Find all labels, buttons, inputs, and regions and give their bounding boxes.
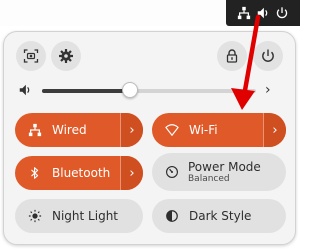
power-mode-subtitle: Balanced: [188, 173, 230, 184]
dark-style-icon: [166, 210, 178, 222]
night-light-tile[interactable]: Night Light: [15, 199, 143, 233]
night-light-toggle[interactable]: Night Light: [15, 199, 143, 233]
quick-settings-panel: › Wired › Wi-Fi › Bluetooth › Power Mode…: [3, 31, 296, 245]
wifi-menu-chevron-icon[interactable]: ›: [264, 113, 286, 147]
bluetooth-menu-chevron-icon[interactable]: ›: [121, 156, 143, 190]
bluetooth-tile[interactable]: Bluetooth ›: [15, 156, 143, 190]
lock-icon: [226, 49, 238, 63]
volume-icon: [257, 7, 268, 19]
volume-slider-fill: [42, 89, 130, 93]
wifi-label: Wi-Fi: [189, 123, 218, 137]
power-icon: [262, 49, 274, 62]
wifi-tile[interactable]: Wi-Fi ›: [152, 113, 286, 147]
volume-slider-knob[interactable]: [121, 82, 138, 98]
power-mode-gauge-icon: [166, 166, 178, 178]
system-tray[interactable]: [226, 0, 300, 26]
bluetooth-icon: [31, 167, 39, 179]
network-wired-icon: [28, 123, 42, 137]
dark-style-label: Dark Style: [189, 209, 252, 223]
bluetooth-toggle[interactable]: Bluetooth: [15, 156, 120, 190]
power-mode-text: Power Mode Balanced: [188, 160, 261, 185]
dark-style-toggle[interactable]: Dark Style: [152, 199, 286, 233]
power-mode-tile[interactable]: Power Mode Balanced: [152, 153, 286, 191]
volume-icon: [19, 84, 30, 96]
settings-button[interactable]: [51, 41, 81, 71]
screenshot-icon: [23, 49, 39, 63]
bluetooth-label: Bluetooth: [52, 166, 111, 180]
wired-label: Wired: [52, 123, 87, 137]
dark-style-tile[interactable]: Dark Style: [152, 199, 286, 233]
wifi-toggle[interactable]: Wi-Fi: [152, 113, 263, 147]
screenshot-button[interactable]: [16, 41, 46, 71]
lock-button[interactable]: [217, 41, 247, 71]
night-light-sun-icon: [28, 209, 42, 223]
wifi-icon: [165, 124, 179, 136]
night-light-label: Night Light: [52, 209, 118, 223]
volume-slider[interactable]: [42, 89, 256, 93]
top-bar: [0, 0, 300, 26]
wired-menu-chevron-icon[interactable]: ›: [121, 113, 143, 147]
volume-menu-chevron-icon[interactable]: ›: [265, 82, 271, 98]
network-wired-icon: [237, 6, 251, 20]
power-icon: [276, 7, 288, 19]
settings-gear-icon: [59, 49, 73, 63]
power-off-button[interactable]: [253, 41, 283, 71]
power-mode-label: Power Mode: [188, 159, 261, 174]
wired-toggle[interactable]: Wired: [15, 113, 120, 147]
wired-tile[interactable]: Wired ›: [15, 113, 143, 147]
power-mode-toggle[interactable]: Power Mode Balanced: [152, 153, 286, 191]
